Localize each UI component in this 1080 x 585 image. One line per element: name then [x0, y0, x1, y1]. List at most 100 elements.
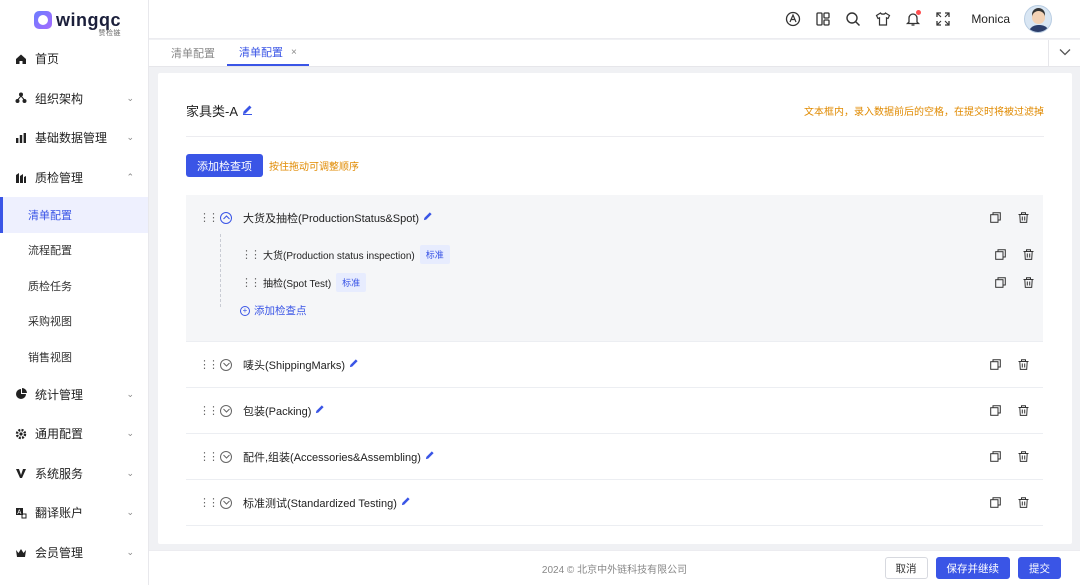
- check-group-label: 配件,组装(Accessories&Assembling): [243, 451, 421, 464]
- chevron-down-icon: ⌄: [126, 467, 134, 478]
- sidebar-item-general-config[interactable]: 通用配置 ⌄: [0, 414, 148, 454]
- layout-icon[interactable]: [815, 11, 831, 27]
- sidebar-item-label: 通用配置: [35, 427, 84, 442]
- shirt-icon[interactable]: [875, 11, 891, 27]
- submit-button[interactable]: 提交: [1018, 557, 1061, 579]
- search-icon[interactable]: [845, 11, 861, 27]
- sidebar-item-basic-data[interactable]: 基础数据管理 ⌄: [0, 118, 148, 158]
- sidebar-item-system-service[interactable]: 系统服务 ⌄: [0, 454, 148, 494]
- sidebar-subitem-list-config[interactable]: 清单配置: [0, 197, 148, 233]
- translate-account-icon: A: [15, 507, 27, 519]
- sidebar-item-qc[interactable]: 质检管理 ⌃: [0, 158, 148, 198]
- drag-handle-icon[interactable]: ⋮⋮: [199, 450, 219, 463]
- sidebar-subitem-flow-config[interactable]: 流程配置: [0, 233, 148, 268]
- avatar[interactable]: [1024, 5, 1052, 33]
- chevron-down-icon: ⌄: [126, 507, 134, 518]
- expand-icon[interactable]: [220, 358, 232, 371]
- delete-icon[interactable]: [1018, 405, 1029, 416]
- pie-icon: [15, 388, 27, 400]
- add-check-point-button[interactable]: + 添加检查点: [240, 303, 307, 318]
- edit-icon[interactable]: [349, 358, 359, 371]
- delete-icon[interactable]: [1018, 451, 1029, 462]
- check-point-label: 大货(Production status inspection): [263, 250, 415, 262]
- sidebar-item-membership[interactable]: 会员管理 ⌄: [0, 533, 148, 573]
- group-actions: [990, 359, 1029, 370]
- close-icon[interactable]: ×: [291, 47, 297, 58]
- drag-handle-icon[interactable]: ⋮⋮: [199, 404, 219, 417]
- sidebar-item-stats[interactable]: 统计管理 ⌄: [0, 374, 148, 414]
- drag-handle-icon[interactable]: ⋮⋮: [199, 358, 219, 371]
- edit-icon[interactable]: [315, 404, 325, 417]
- edit-icon[interactable]: [423, 211, 433, 224]
- sidebar-item-label: 首页: [35, 52, 60, 67]
- copy-icon[interactable]: [990, 359, 1001, 370]
- copy-icon[interactable]: [990, 451, 1001, 462]
- drag-handle-icon[interactable]: ⋮⋮: [199, 496, 219, 509]
- check-point-list: ⋮⋮ 大货(Production status inspection) 标准 ⋮…: [220, 234, 1040, 317]
- translate-icon[interactable]: [785, 11, 801, 27]
- top-header: Monica: [149, 0, 1080, 39]
- tab-list-config[interactable]: 清单配置: [159, 40, 227, 66]
- copy-icon[interactable]: [990, 497, 1001, 508]
- sidebar-item-label: 翻译账户: [35, 506, 84, 521]
- sidebar-nav: 首页 组织架构 ⌄ 基础数据管理 ⌄ 质检管理 ⌃ 清单配置 流程配置 质检任务…: [0, 39, 148, 572]
- group-actions: [990, 497, 1029, 508]
- sidebar-item-label: 系统服务: [35, 466, 84, 481]
- cancel-button[interactable]: 取消: [884, 557, 928, 579]
- sidebar-item-home[interactable]: 首页: [0, 39, 148, 79]
- logo-subtitle: 赞检链: [98, 29, 121, 37]
- list-title-text: 家具类-A: [186, 104, 239, 119]
- add-row: 添加检查项 按住拖动可调整顺序: [186, 154, 359, 177]
- chart-icon: [15, 132, 27, 144]
- sidebar-item-org[interactable]: 组织架构 ⌄: [0, 79, 148, 119]
- app-logo[interactable]: wingqc 赞检链: [0, 0, 148, 40]
- check-point-label: 抽检(Spot Test): [263, 278, 332, 290]
- fullscreen-icon[interactable]: [935, 11, 951, 27]
- edit-icon[interactable]: [242, 104, 253, 118]
- delete-icon[interactable]: [1018, 359, 1029, 370]
- standard-tag: 标准: [336, 272, 367, 292]
- edit-icon[interactable]: [401, 496, 411, 509]
- sidebar-subitem-qc-task[interactable]: 质检任务: [0, 268, 148, 303]
- drag-handle-icon[interactable]: ⋮⋮: [241, 248, 261, 261]
- sidebar-subitem-purchase-view[interactable]: 采购视图: [0, 304, 148, 339]
- expand-icon[interactable]: [220, 404, 232, 417]
- drag-handle-icon[interactable]: ⋮⋮: [199, 211, 219, 224]
- drag-handle-icon[interactable]: ⋮⋮: [241, 276, 261, 289]
- check-group-header: ⋮⋮ 标准测试(Standardized Testing): [186, 480, 1043, 525]
- tab-label: 清单配置: [171, 48, 215, 60]
- check-group: ⋮⋮ 唛头(ShippingMarks): [186, 342, 1043, 388]
- sidebar-item-label: 组织架构: [35, 91, 84, 106]
- sidebar-item-translate-account[interactable]: A 翻译账户 ⌄: [0, 493, 148, 533]
- point-actions: [995, 276, 1034, 288]
- delete-icon[interactable]: [1018, 497, 1029, 508]
- main-card: 家具类-A 文本框内，录入数据前后的空格，在提交时将被过滤掉 添加检查项 按住拖…: [158, 73, 1072, 544]
- collapse-icon[interactable]: [220, 211, 232, 224]
- copy-icon[interactable]: [990, 405, 1001, 416]
- sidebar-subitem-sales-view[interactable]: 销售视图: [0, 339, 148, 374]
- tab-bar: 清单配置 清单配置 ×: [149, 40, 1080, 67]
- copy-icon[interactable]: [990, 212, 1001, 223]
- edit-icon[interactable]: [425, 450, 435, 463]
- delete-icon[interactable]: [1023, 276, 1034, 288]
- delete-icon[interactable]: [1018, 212, 1029, 223]
- copy-icon[interactable]: [995, 276, 1006, 288]
- tabs-dropdown[interactable]: [1048, 40, 1080, 66]
- check-group-header: ⋮⋮ 包装(Packing): [186, 388, 1043, 433]
- username[interactable]: Monica: [971, 12, 1010, 26]
- expand-icon[interactable]: [220, 450, 232, 463]
- service-icon: [15, 467, 27, 479]
- check-group-header: ⋮⋮ 唛头(ShippingMarks): [186, 342, 1043, 387]
- delete-icon[interactable]: [1023, 248, 1034, 260]
- copy-icon[interactable]: [995, 248, 1006, 260]
- check-item-list: ⋮⋮ 大货及抽检(ProductionStatus&Spot) ⋮⋮ 大货(Pr…: [186, 195, 1043, 526]
- expand-icon[interactable]: [220, 496, 232, 509]
- save-continue-button[interactable]: 保存并继续: [935, 557, 1010, 579]
- check-group: ⋮⋮ 配件,组装(Accessories&Assembling): [186, 434, 1043, 480]
- tab-list-config-active[interactable]: 清单配置 ×: [227, 40, 309, 66]
- plus-circle-icon: +: [240, 305, 250, 316]
- add-check-item-button[interactable]: 添加检查项: [186, 154, 263, 177]
- footer-bar: 2024 © 北京中外链科技有限公司 取消 保存并继续 提交: [149, 550, 1080, 585]
- bell-icon[interactable]: [905, 10, 922, 27]
- divider: [186, 136, 1044, 137]
